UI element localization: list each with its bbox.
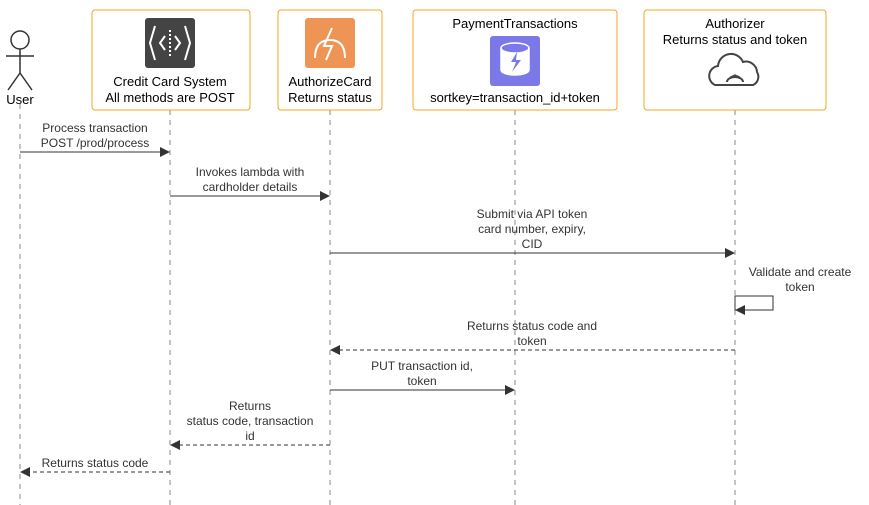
participant-ccs: Credit Card System All methods are POST (92, 10, 250, 110)
svg-text:token: token (407, 374, 436, 388)
svg-text:id: id (245, 429, 254, 443)
svg-text:cardholder details: cardholder details (203, 180, 298, 194)
user-label: User (6, 92, 34, 107)
svg-text:Returns status code and: Returns status code and (467, 319, 597, 333)
msg-put-transaction: PUT transaction id, token (330, 359, 515, 395)
svg-text:status code, transaction: status code, transaction (187, 414, 314, 428)
svg-text:CID: CID (522, 237, 543, 251)
svg-text:token: token (517, 334, 546, 348)
authcard-label-2: Returns status (288, 90, 372, 105)
svg-text:Submit via API token: Submit via API token (477, 207, 588, 221)
paytx-label-1: PaymentTransactions (452, 16, 578, 31)
svg-text:Validate and create: Validate and create (749, 265, 852, 279)
svg-text:Invokes lambda with: Invokes lambda with (196, 165, 305, 179)
ccs-label-1: Credit Card System (113, 74, 226, 89)
participant-authorizer: Authorizer Returns status and token (644, 10, 826, 110)
paytx-label-2: sortkey=transaction_id+token (430, 90, 600, 105)
svg-text:POST /prod/process: POST /prod/process (41, 136, 150, 150)
participant-user: User (6, 31, 34, 107)
authcard-label-1: AuthorizeCard (288, 74, 371, 89)
svg-text:card number, expiry,: card number, expiry, (478, 222, 586, 236)
msg-returns-status-token: Returns status code and token (330, 319, 735, 355)
sequence-diagram: User Credit Card System All methods are … (0, 0, 869, 505)
ccs-label-2: All methods are POST (105, 90, 234, 105)
msg-submit-api: Submit via API token card number, expiry… (330, 207, 735, 258)
msg-process-transaction: Process transaction POST /prod/process (20, 121, 170, 157)
participant-authcard: AuthorizeCard Returns status (278, 10, 382, 110)
msg-returns-status-txid: Returns status code, transaction id (170, 399, 330, 450)
svg-text:PUT transaction id,: PUT transaction id, (371, 359, 473, 373)
svg-text:Returns: Returns (229, 399, 271, 413)
authorizer-label-2: Returns status and token (663, 32, 808, 47)
authorizer-label-1: Authorizer (705, 16, 765, 31)
msg-validate-token: Validate and create token (735, 265, 852, 315)
svg-text:token: token (785, 280, 814, 294)
participant-paytx: PaymentTransactions sortkey=transaction_… (413, 10, 617, 110)
msg-invokes-lambda: Invokes lambda with cardholder details (170, 165, 330, 201)
msg-returns-status: Returns status code (20, 456, 170, 477)
svg-text:Process transaction: Process transaction (42, 121, 147, 135)
svg-text:Returns status code: Returns status code (42, 456, 149, 470)
